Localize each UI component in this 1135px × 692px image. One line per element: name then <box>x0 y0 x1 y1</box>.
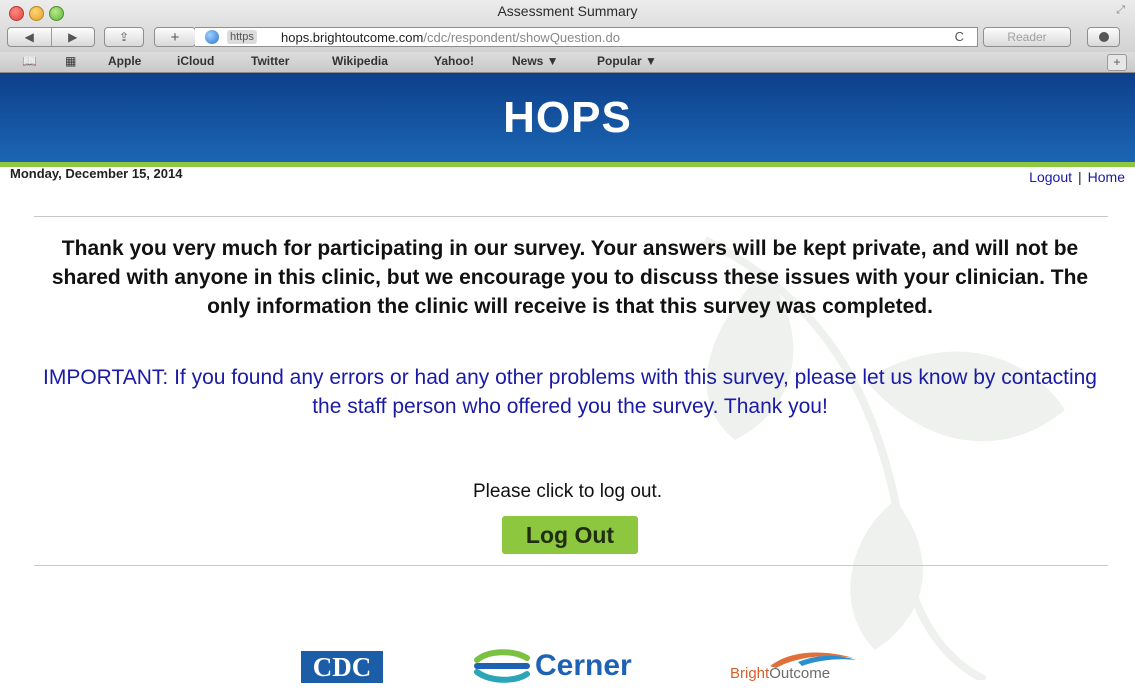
logout-link[interactable]: Logout <box>1029 169 1072 185</box>
cerner-mark-icon <box>474 649 530 683</box>
reader-button[interactable]: Reader <box>983 27 1071 47</box>
home-link[interactable]: Home <box>1088 169 1125 185</box>
url-domain: hops.brightoutcome.com <box>281 30 424 45</box>
cerner-wordmark: Cerner <box>535 649 632 682</box>
brightoutcome-word-a: Bright <box>730 665 770 682</box>
brightoutcome-wordmark: BrightOutcome <box>730 665 830 682</box>
bookmark-yahoo[interactable]: Yahoo! <box>434 54 474 68</box>
downloads-button[interactable] <box>1087 27 1120 47</box>
brightoutcome-word-b: Outcome <box>769 665 831 682</box>
site-title: HOPS <box>503 93 632 142</box>
window-title: Assessment Summary <box>497 3 638 19</box>
fullscreen-icon[interactable]: ⤢ <box>1116 4 1125 17</box>
https-lock-badge: https <box>227 30 257 44</box>
share-button[interactable]: ⇪ <box>104 27 144 47</box>
header-banner: HOPS <box>0 73 1135 162</box>
bookmark-icloud[interactable]: iCloud <box>177 54 214 68</box>
divider-bottom <box>34 565 1108 566</box>
back-forward-buttons: ◀ ▶ <box>7 27 95 47</box>
top-sites-icon[interactable]: ▦ <box>65 54 76 68</box>
bookmark-twitter[interactable]: Twitter <box>251 54 289 68</box>
bookmarks-bar: 📖 ▦ Apple iCloud Twitter Wikipedia Yahoo… <box>0 52 1135 73</box>
bookmarks-add-button[interactable]: + <box>1107 54 1127 71</box>
top-links: Logout | Home <box>1029 169 1125 185</box>
bookmark-popular[interactable]: Popular ▼ <box>597 54 657 68</box>
reading-list-icon[interactable]: 📖 <box>22 54 37 68</box>
downloads-icon <box>1098 32 1109 42</box>
window-titlebar: Assessment Summary ⤢ ◀ ▶ ⇪ + https hops.… <box>0 0 1135 52</box>
divider-top <box>34 216 1108 217</box>
link-separator: | <box>1078 169 1082 185</box>
bookmark-news[interactable]: News ▼ <box>512 54 559 68</box>
add-bookmark-button[interactable]: + <box>154 27 196 47</box>
logout-button[interactable]: Log Out <box>502 516 638 554</box>
brightoutcome-logo: BrightOutcome <box>730 650 870 684</box>
cerner-logo: Cerner <box>473 648 632 684</box>
bookmark-wikipedia[interactable]: Wikipedia <box>332 54 388 68</box>
globe-icon <box>205 30 219 44</box>
forward-button[interactable]: ▶ <box>52 30 95 44</box>
logout-prompt: Please click to log out. <box>472 481 663 502</box>
back-button[interactable]: ◀ <box>8 30 51 44</box>
bookmark-apple[interactable]: Apple <box>108 54 141 68</box>
important-notice: IMPORTANT: If you found any errors or ha… <box>43 366 1097 418</box>
current-date: Monday, December 15, 2014 <box>10 166 183 181</box>
thank-you-message: Thank you very much for participating in… <box>51 237 1089 318</box>
url-path: /cdc/respondent/showQuestion.do <box>423 30 620 45</box>
reload-icon[interactable]: C <box>955 29 964 44</box>
cdc-logo: CDC <box>301 651 383 683</box>
url-text: hops.brightoutcome.com/cdc/respondent/sh… <box>281 30 620 45</box>
address-bar[interactable]: https hops.brightoutcome.com/cdc/respond… <box>195 27 978 47</box>
